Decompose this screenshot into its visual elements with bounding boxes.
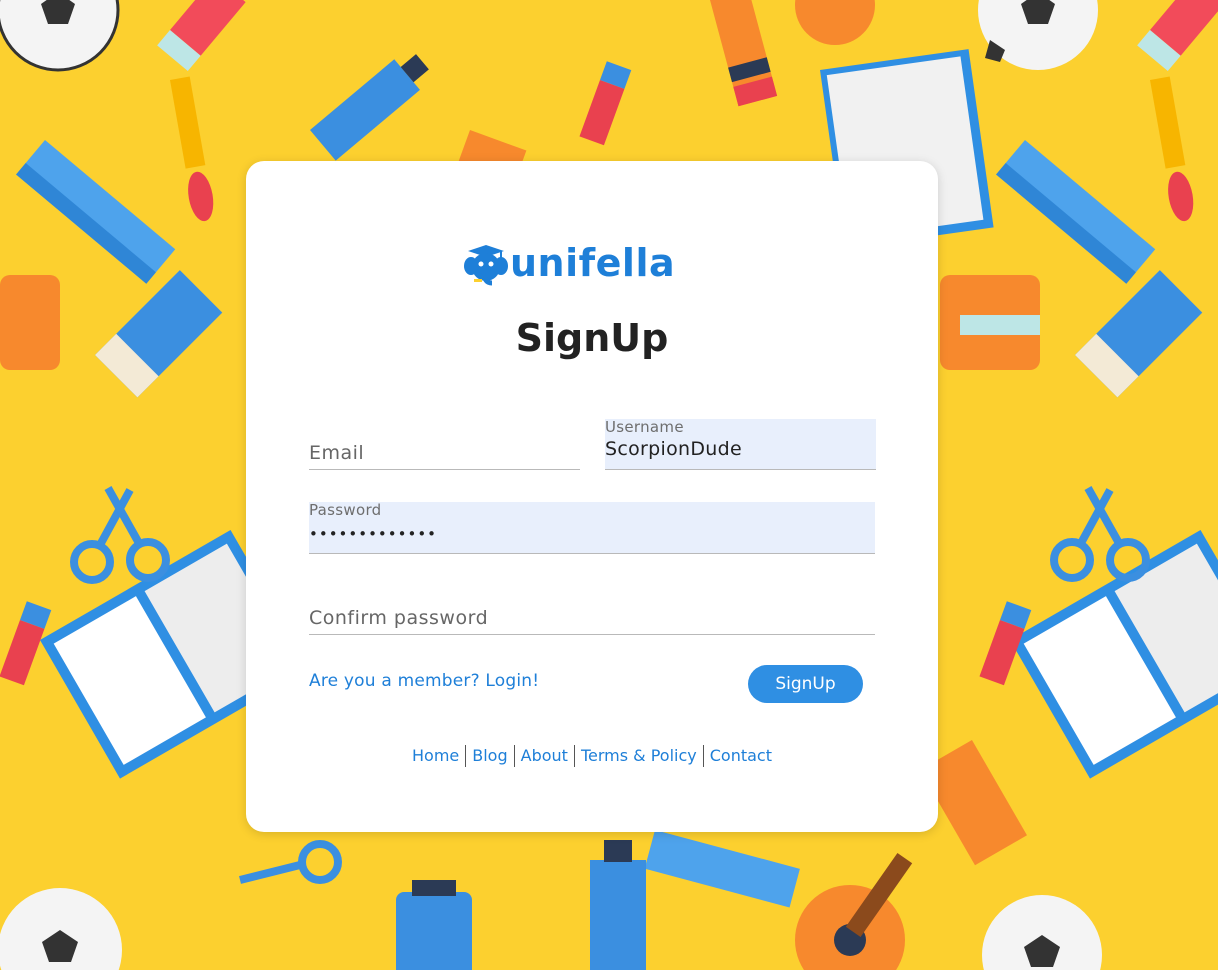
guitar-icon (795, 0, 875, 45)
soccer-ball-icon (982, 895, 1102, 970)
email-field (309, 426, 580, 470)
brand-logo[interactable]: unifella (462, 239, 675, 287)
paint-brush-icon (170, 76, 214, 222)
paint-tube-icon (1137, 0, 1218, 72)
brand-name: unifella (510, 241, 676, 285)
crayon-icon (710, 0, 778, 107)
footer-link-contact[interactable]: Contact (704, 744, 778, 768)
footer-link-about[interactable]: About (515, 744, 574, 768)
soccer-ball-icon (0, 0, 120, 72)
soccer-ball-icon (978, 0, 1098, 70)
footer-link-blog[interactable]: Blog (466, 744, 513, 768)
scissors-icon (70, 486, 170, 584)
ink-bottle-icon (396, 880, 472, 970)
scissors-icon (1050, 486, 1150, 582)
footer-link-terms[interactable]: Terms & Policy (575, 744, 703, 768)
page-title: SignUp (515, 316, 669, 360)
email-input[interactable] (309, 426, 580, 469)
elephant-graduate-icon (464, 245, 508, 286)
signup-button[interactable]: SignUp (748, 665, 863, 703)
guitar-icon (795, 852, 913, 970)
eraser-icon (95, 270, 223, 398)
ruler-icon (644, 830, 800, 908)
confirm-password-input[interactable] (309, 591, 875, 634)
paint-tube-icon (157, 0, 246, 72)
signup-card: unifella SignUp Username Password Are yo… (246, 161, 938, 832)
eraser-icon (1075, 270, 1203, 398)
paint-brush-icon (1150, 76, 1194, 222)
soccer-ball-icon (0, 888, 122, 970)
stapler-icon (0, 275, 60, 370)
password-field: Password (309, 501, 875, 554)
ruler-icon (16, 140, 176, 284)
password-label: Password (309, 501, 382, 519)
footer-link-home[interactable]: Home (406, 744, 465, 768)
confirm-password-field (309, 591, 875, 635)
paint-tube-icon (310, 54, 429, 161)
password-input[interactable] (309, 520, 875, 548)
marker-icon (579, 61, 632, 146)
username-input[interactable] (605, 433, 876, 465)
login-link[interactable]: Are you a member? Login! (309, 671, 539, 691)
ruler-icon (996, 140, 1156, 284)
username-field: Username (605, 418, 876, 470)
footer-nav: Home Blog About Terms & Policy Contact (246, 744, 938, 768)
stapler-icon (940, 275, 1040, 370)
scissors-icon (239, 840, 342, 884)
glue-bottle-icon (590, 840, 646, 970)
